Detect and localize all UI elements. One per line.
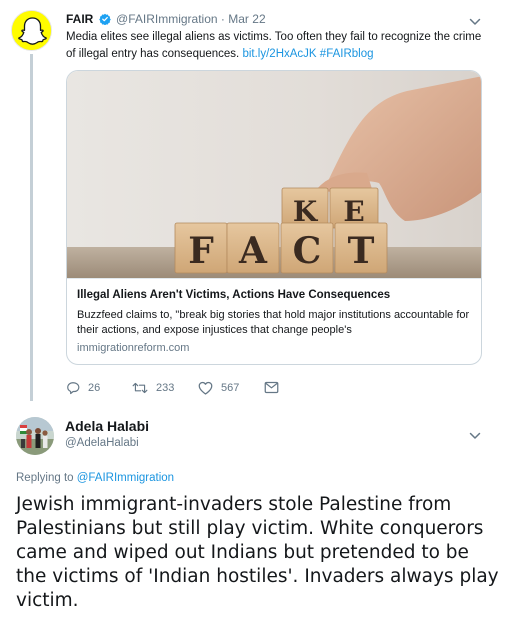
- tweet-link[interactable]: bit.ly/2HxAcJK: [242, 48, 316, 60]
- chevron-down-icon[interactable]: [469, 17, 481, 27]
- card-image-letter-c: C: [293, 230, 322, 272]
- retweet-icon: [132, 382, 148, 394]
- link-preview-card[interactable]: K E F A C T Illegal Aliens Aren't Victim…: [66, 70, 482, 365]
- thread-connector-line: [30, 54, 33, 401]
- display-name[interactable]: FAIR: [66, 12, 93, 26]
- card-domain: immigrationreform.com: [77, 342, 190, 354]
- fair-avatar[interactable]: [11, 10, 52, 51]
- card-image-letter-t: T: [348, 230, 375, 272]
- handle[interactable]: @AdelaHalabi: [65, 437, 139, 449]
- tweet-text: Media elites see illegal aliens as victi…: [66, 29, 491, 63]
- card-body: Illegal Aliens Aren't Victims, Actions H…: [67, 278, 481, 364]
- user-avatar[interactable]: [16, 417, 54, 455]
- retweet-button[interactable]: 233: [132, 381, 174, 395]
- card-image: K E F A C T: [67, 71, 481, 278]
- replying-to-handle[interactable]: @FAIRImmigration: [77, 472, 174, 484]
- replying-to: Replying to @FAIRImmigration: [16, 472, 174, 484]
- heart-icon: [198, 381, 213, 395]
- reply-button[interactable]: 26: [66, 381, 100, 395]
- chevron-down-icon[interactable]: [469, 431, 481, 441]
- direct-message-button[interactable]: [264, 381, 279, 394]
- card-description: Buzzfeed claims to, "break big stories t…: [77, 309, 470, 336]
- card-image-letter-f: F: [188, 230, 214, 272]
- verified-badge-icon: [98, 13, 111, 28]
- tweet-date[interactable]: Mar 22: [228, 12, 265, 26]
- replying-to-label: Replying to: [16, 472, 77, 484]
- tweet-reply[interactable]: Adela Halabi @AdelaHalabi Replying to @F…: [0, 405, 509, 640]
- tweet-fair[interactable]: FAIR @FAIRImmigration · Mar 22 Media eli…: [0, 0, 509, 405]
- tweet-text: Jewish immigrant-invaders stole Palestin…: [16, 494, 499, 611]
- hashtag-link[interactable]: #FAIRblog: [320, 48, 374, 60]
- avatar-photo: [16, 417, 54, 455]
- envelope-icon: [264, 381, 279, 394]
- card-image-letter-a: A: [238, 230, 268, 272]
- like-button[interactable]: 567: [198, 381, 239, 395]
- retweet-count: 233: [156, 382, 175, 394]
- handle[interactable]: @FAIRImmigration: [116, 12, 218, 26]
- reply-icon: [67, 382, 80, 395]
- card-title[interactable]: Illegal Aliens Aren't Victims, Actions H…: [77, 289, 390, 301]
- like-count: 567: [221, 382, 240, 394]
- snapchat-ghost-icon: [12, 11, 51, 50]
- separator-dot: ·: [220, 12, 225, 26]
- reply-count: 26: [88, 382, 101, 394]
- display-name[interactable]: Adela Halabi: [65, 418, 149, 434]
- tweet-header: FAIR @FAIRImmigration · Mar 22: [66, 12, 266, 28]
